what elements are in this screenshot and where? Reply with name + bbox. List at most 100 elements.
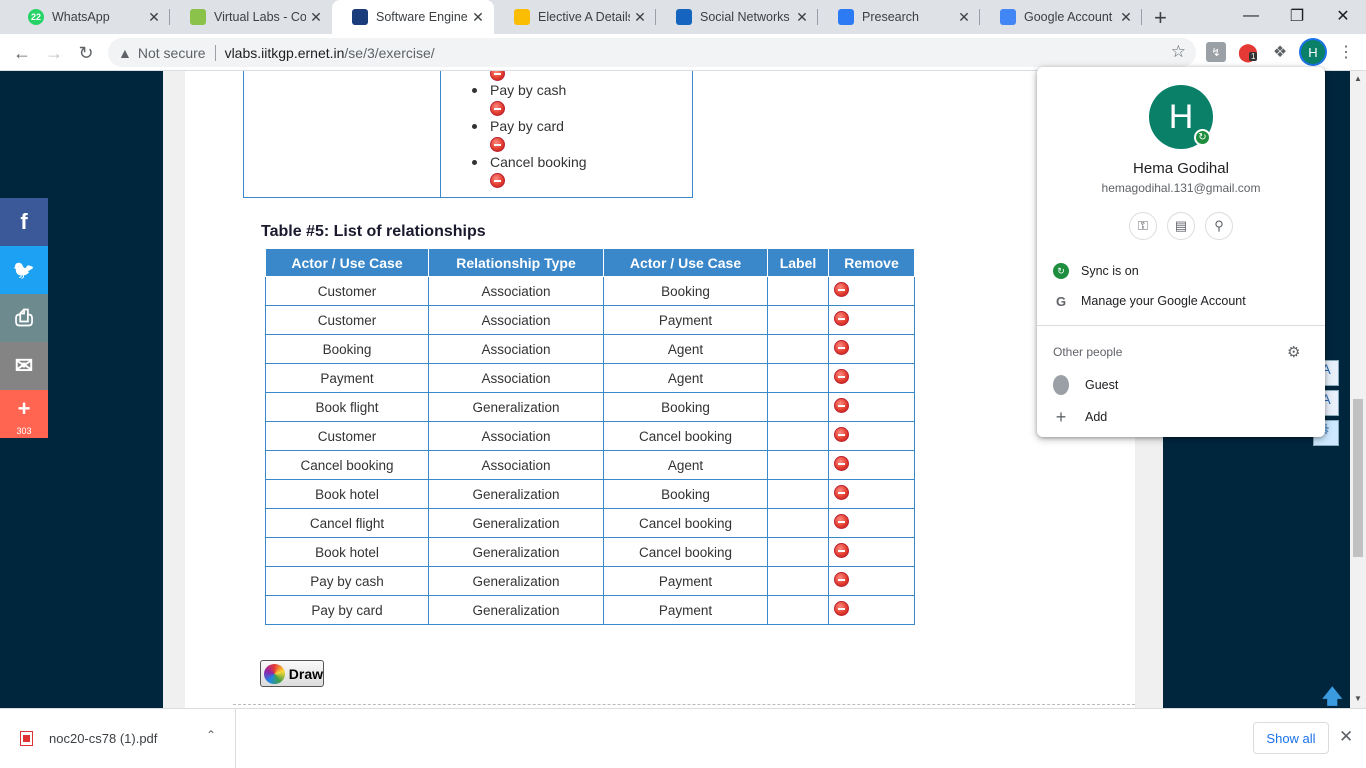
adblock-extension-icon[interactable]: ⬤ 1 [1238,42,1258,62]
remove-icon[interactable] [834,311,849,326]
address-bar[interactable]: ▲ Not secure vlabs.iitkgp.ernet.in/se/3/… [108,38,1196,67]
remove-icon[interactable] [834,369,849,384]
table-row: Book hotel Generalization Cancel booking [265,537,915,567]
add-person-row[interactable]: + Add [1053,406,1313,428]
tab-favicon-icon [190,9,206,25]
share-print-button[interactable]: ⎙ [0,294,48,342]
remove-icon[interactable] [834,427,849,442]
tab-4[interactable]: Social Networks - ✕ [656,0,818,34]
share-more-button[interactable]: +303 [0,390,48,438]
tab-title: Elective A Details [538,10,630,24]
cell-relationship-type: Association [428,450,604,480]
remove-icon[interactable] [834,543,849,558]
scroll-down-icon[interactable]: ▼ [1350,694,1366,703]
cell-actor-2: Agent [603,363,768,393]
download-item[interactable]: noc20-cs78 (1).pdf ⌃ [0,709,236,768]
tab-close-icon[interactable]: ✕ [1116,9,1136,26]
cell-actor-1: Pay by cash [265,566,429,596]
header-remove: Remove [828,248,915,277]
sync-label: Sync is on [1081,264,1139,278]
menu-divider [1037,325,1325,326]
tab-3[interactable]: Elective A Details ✕ [494,0,656,34]
remove-icon[interactable] [490,173,505,188]
maximize-button[interactable]: ❐ [1274,0,1320,32]
cell-actor-1: Pay by card [265,595,429,625]
sync-row[interactable]: ↻ Sync is on [1053,260,1313,282]
cell-remove [828,508,915,538]
draw-button[interactable]: Draw [260,660,324,687]
cell-actor-2: Agent [603,334,768,364]
close-window-button[interactable]: ✕ [1320,0,1366,32]
share-twitter-button[interactable]: 🐦 [0,246,48,294]
cell-label [767,566,829,596]
tab-5[interactable]: Presearch ✕ [818,0,980,34]
back-button[interactable]: ← [8,39,36,67]
remove-icon[interactable] [834,456,849,471]
kebab-menu-icon[interactable]: ⋮ [1336,42,1356,62]
guest-row[interactable]: Guest [1053,374,1313,396]
tab-2[interactable]: Software Engineer✕ [332,0,494,34]
url-host: vlabs.iitkgp.ernet.in [224,44,345,61]
bookmark-star-icon[interactable]: ☆ [1171,42,1186,62]
remove-icon[interactable] [834,485,849,500]
cell-remove [828,334,915,364]
cell-actor-2: Booking [603,276,768,306]
tab-close-icon[interactable]: ✕ [630,9,650,26]
reload-button[interactable]: ↻ [72,39,100,67]
addresses-pin-icon[interactable]: ⚲ [1205,212,1233,240]
payment-card-icon[interactable]: ▤ [1167,212,1195,240]
close-download-bar-icon[interactable]: ✕ [1339,727,1353,747]
remove-icon[interactable] [834,282,849,297]
manage-account-row[interactable]: G Manage your Google Account [1053,290,1313,312]
profile-avatar-button[interactable]: H [1301,40,1325,64]
use-case-item: Pay by card [470,107,587,143]
table-row: Payment Association Agent [265,363,915,393]
remove-icon[interactable] [834,340,849,355]
tab-close-icon[interactable]: ✕ [306,9,326,26]
manage-account-label: Manage your Google Account [1081,294,1246,308]
vertical-scrollbar[interactable]: ▲ ▼ [1350,71,1366,708]
header-label: Label [767,248,829,277]
passwords-key-icon[interactable]: ⚿ [1129,212,1157,240]
puzzle-extensions-icon[interactable]: ❖ [1270,42,1290,62]
cell-label [767,276,829,306]
other-people-heading: Other people [1053,345,1123,359]
pdf-extension-icon[interactable]: ↯ [1206,42,1226,62]
remove-icon[interactable] [834,601,849,616]
use-case-label: Cancel booking [490,154,587,170]
tab-close-icon[interactable]: ✕ [954,9,974,26]
palette-icon [264,663,285,684]
remove-icon[interactable] [834,398,849,413]
tab-close-icon[interactable]: ✕ [468,9,488,26]
tab-1[interactable]: Virtual Labs - Com✕ [170,0,332,34]
new-tab-button[interactable]: + [1154,5,1167,31]
tab-close-icon[interactable]: ✕ [144,9,164,26]
share-email-button[interactable]: ✉ [0,342,48,390]
cell-actor-2: Payment [603,566,768,596]
gear-icon[interactable]: ⚙ [1287,343,1300,361]
remove-icon[interactable] [834,572,849,587]
chevron-up-icon[interactable]: ⌃ [206,728,216,742]
show-all-button[interactable]: Show all [1253,722,1329,754]
scroll-up-icon[interactable]: ▲ [1350,74,1366,83]
tab-favicon-icon [838,9,854,25]
cell-remove [828,479,915,509]
cell-actor-1: Customer [265,276,429,306]
tab-0[interactable]: 22 WhatsApp ✕ [8,0,170,34]
table-row: Book flight Generalization Booking [265,392,915,422]
table-row: Customer Association Booking [265,276,915,306]
sync-badge-icon: ↻ [1194,129,1211,146]
tab-close-icon[interactable]: ✕ [792,9,812,26]
table-header-row: Actor / Use Case Relationship Type Actor… [265,248,915,277]
use-case-list: Pay by cash Pay by card Cancel booking [470,71,587,188]
forward-button[interactable]: → [40,39,68,67]
share-facebook-button[interactable]: f [0,198,48,246]
tab-6[interactable]: Google Account ✕ [980,0,1142,34]
share-count: 303 [16,426,32,436]
minimize-button[interactable]: — [1228,0,1274,32]
remove-icon[interactable] [834,514,849,529]
security-label[interactable]: Not secure [138,45,206,61]
cell-relationship-type: Association [428,334,604,364]
scrollbar-thumb[interactable] [1353,399,1363,557]
cell-actor-2: Booking [603,392,768,422]
